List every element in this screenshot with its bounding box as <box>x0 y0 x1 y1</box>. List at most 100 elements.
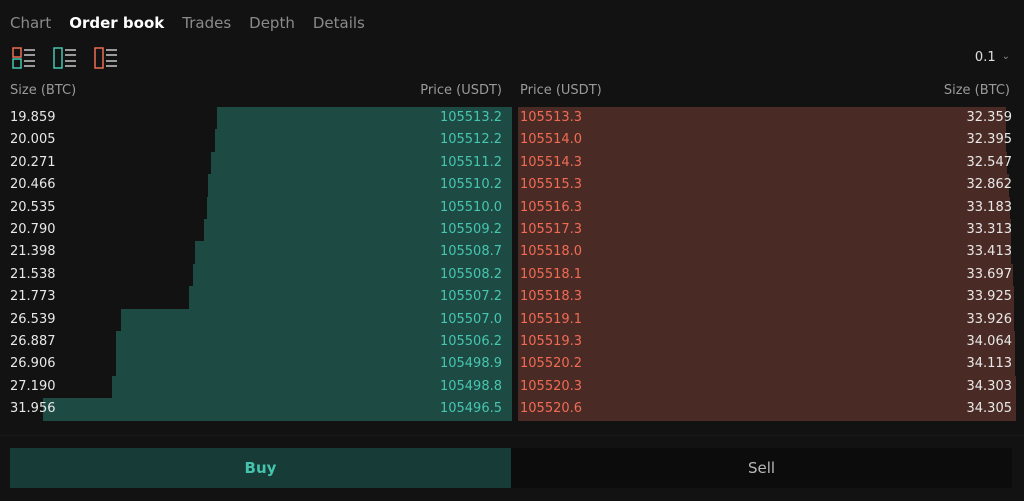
ask-price: 105520.3 <box>520 378 583 394</box>
bid-row[interactable]: 31.956 105496.5 <box>0 398 512 420</box>
bid-price: 105506.2 <box>439 333 502 349</box>
bid-price: 105513.2 <box>439 110 502 125</box>
ask-row[interactable]: 105516.3 33.183 <box>512 197 1012 219</box>
ask-price: 105518.1 <box>520 266 583 282</box>
bid-row[interactable]: 27.190 105498.8 <box>0 376 512 398</box>
tab-order-book[interactable]: Order book <box>69 14 164 36</box>
tab-depth[interactable]: Depth <box>249 14 295 36</box>
bid-size: 21.538 <box>10 266 56 282</box>
bid-row[interactable]: 20.005 105512.2 <box>0 129 512 151</box>
ask-row[interactable]: 105518.1 33.697 <box>512 264 1012 286</box>
orderbook-bids-icon[interactable] <box>53 47 77 69</box>
ask-price: 105515.3 <box>520 177 583 193</box>
bid-size: 26.906 <box>10 356 56 372</box>
ask-price: 105514.0 <box>520 132 583 148</box>
ask-size: 33.925 <box>966 289 1013 305</box>
ask-price: 105519.3 <box>520 333 583 349</box>
bid-size-header: Size (BTC) <box>10 83 77 98</box>
ask-size: 32.359 <box>966 110 1013 125</box>
view-mode-toggle <box>12 47 118 69</box>
ask-row[interactable]: 105513.3 32.359 <box>512 107 1012 129</box>
tab-trades[interactable]: Trades <box>182 14 231 36</box>
ask-size: 33.183 <box>966 199 1013 215</box>
ask-price: 105519.1 <box>520 311 583 327</box>
ask-size: 34.303 <box>966 378 1013 394</box>
ask-size: 32.547 <box>966 154 1013 170</box>
bid-row[interactable]: 26.539 105507.0 <box>0 309 512 331</box>
ask-price: 105517.3 <box>520 221 583 237</box>
bid-row[interactable]: 21.538 105508.2 <box>0 264 512 286</box>
trade-buttons: Buy Sell <box>10 448 1012 488</box>
ask-price: 105520.2 <box>520 356 583 372</box>
bid-size: 31.956 <box>10 401 56 417</box>
bid-size: 20.790 <box>10 221 56 237</box>
bid-row[interactable]: 20.790 105509.2 <box>0 219 512 241</box>
bid-price: 105508.2 <box>439 266 502 282</box>
bid-list: 19.859 105513.2 20.005 105512.2 20.271 105511… <box>0 107 512 421</box>
bid-size: 19.859 <box>10 110 56 125</box>
buy-button[interactable]: Buy <box>10 448 511 488</box>
bid-price: 105510.2 <box>439 177 502 193</box>
chevron-down-icon: ⌄ <box>1001 51 1010 62</box>
bid-price: 105512.2 <box>439 132 502 148</box>
tab-chart[interactable]: Chart <box>10 14 51 36</box>
ask-size: 33.697 <box>966 266 1013 282</box>
ask-row[interactable]: 105515.3 32.862 <box>512 174 1012 196</box>
ask-price: 105520.6 <box>520 401 583 417</box>
bid-price: 105509.2 <box>439 221 502 237</box>
ask-row[interactable]: 105518.0 33.413 <box>512 241 1012 263</box>
tab-details[interactable]: Details <box>313 14 365 36</box>
bid-row[interactable]: 21.773 105507.2 <box>0 286 512 308</box>
ask-size: 32.395 <box>966 132 1013 148</box>
ask-row[interactable]: 105519.1 33.926 <box>512 309 1012 331</box>
bid-row[interactable]: 20.271 105511.2 <box>0 152 512 174</box>
ask-size: 33.926 <box>966 311 1013 327</box>
ask-list: 105513.3 32.359 105514.0 32.395 105514.3 32.5… <box>512 107 1012 421</box>
bid-row[interactable]: 26.906 105498.9 <box>0 353 512 375</box>
bid-size: 20.271 <box>10 154 56 170</box>
bid-row[interactable]: 20.466 105510.2 <box>0 174 512 196</box>
precision-select[interactable]: 0.1 ⌄ <box>975 50 1010 65</box>
bid-row[interactable]: 21.398 105508.7 <box>0 241 512 263</box>
orderbook-both-icon[interactable] <box>12 47 36 69</box>
bid-size: 21.398 <box>10 244 56 260</box>
tab-bar: Chart Order book Trades Depth Details <box>10 14 365 36</box>
ask-price: 105516.3 <box>520 199 583 215</box>
bid-price: 105508.7 <box>439 244 502 260</box>
bid-price-header: Price (USDT) <box>420 83 502 98</box>
ask-row[interactable]: 105519.3 34.064 <box>512 331 1012 353</box>
divider <box>0 435 1024 436</box>
ask-size: 33.413 <box>966 244 1013 260</box>
bid-size: 27.190 <box>10 378 56 394</box>
ask-row[interactable]: 105517.3 33.313 <box>512 219 1012 241</box>
bid-row[interactable]: 19.859 105513.2 <box>0 107 512 129</box>
bid-price: 105496.5 <box>439 401 502 417</box>
ask-price: 105514.3 <box>520 154 583 170</box>
bid-price: 105510.0 <box>439 199 502 215</box>
ask-row[interactable]: 105520.6 34.305 <box>512 398 1012 420</box>
ask-row[interactable]: 105514.3 32.547 <box>512 152 1012 174</box>
ask-row[interactable]: 105520.2 34.113 <box>512 353 1012 375</box>
bid-price: 105498.9 <box>439 356 502 372</box>
precision-value: 0.1 <box>974 50 996 65</box>
ask-size: 34.113 <box>966 356 1013 372</box>
orderbook-asks-icon[interactable] <box>94 47 118 69</box>
bid-row[interactable]: 20.535 105510.0 <box>0 197 512 219</box>
bid-size: 26.539 <box>10 311 56 327</box>
sell-button[interactable]: Sell <box>511 448 1012 488</box>
bid-row[interactable]: 26.887 105506.2 <box>0 331 512 353</box>
ask-price: 105518.3 <box>520 289 583 305</box>
ask-size: 34.305 <box>966 401 1013 417</box>
bid-price: 105511.2 <box>439 154 502 170</box>
ask-price: 105513.3 <box>520 110 583 125</box>
ask-price-header: Price (USDT) <box>520 83 602 98</box>
ask-price: 105518.0 <box>520 244 583 260</box>
bid-size: 21.773 <box>10 289 56 305</box>
bid-price: 105507.0 <box>439 311 502 327</box>
ask-row[interactable]: 105514.0 32.395 <box>512 129 1012 151</box>
bid-size: 20.535 <box>10 199 56 215</box>
bid-price: 105498.8 <box>439 378 502 394</box>
ask-row[interactable]: 105518.3 33.925 <box>512 286 1012 308</box>
ask-row[interactable]: 105520.3 34.303 <box>512 376 1012 398</box>
ask-size: 34.064 <box>966 333 1013 349</box>
